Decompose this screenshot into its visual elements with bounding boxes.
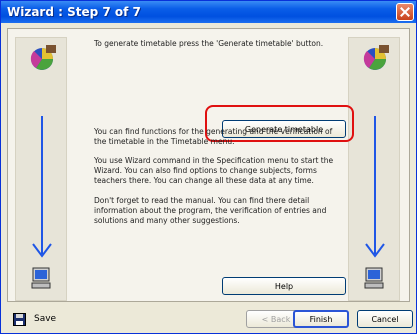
cancel-button[interactable]: Cancel [357,310,413,328]
window-title: Wizard : Step 7 of 7 [7,5,141,19]
close-icon[interactable] [396,3,414,21]
down-arrow-icon [365,116,385,258]
title-bar: Wizard : Step 7 of 7 [1,1,416,23]
computer-icon [364,267,384,289]
computer-icon [31,267,51,289]
help-button[interactable]: Help [222,277,346,295]
logo-icon [363,45,389,70]
finish-button[interactable]: Finish [293,310,349,328]
right-side-panel [348,37,400,301]
manual-text: Don't forget to read the manual. You can… [94,196,327,225]
save-label: Save [34,314,57,324]
save-button[interactable]: Save [13,309,69,329]
timetable-menu-text: You can find functions for the generatin… [94,127,333,146]
wizard-window: Wizard : Step 7 of 7 To generate timetab… [0,0,417,334]
down-arrow-icon [32,116,52,258]
specification-menu-text: You use Wizard command in the Specificat… [94,156,334,185]
floppy-disk-icon [13,312,26,326]
logo-icon [30,45,56,70]
wizard-content: To generate timetable press the 'Generat… [7,28,410,302]
left-side-panel [15,37,67,301]
instruction-text: To generate timetable press the 'Generat… [94,39,324,48]
